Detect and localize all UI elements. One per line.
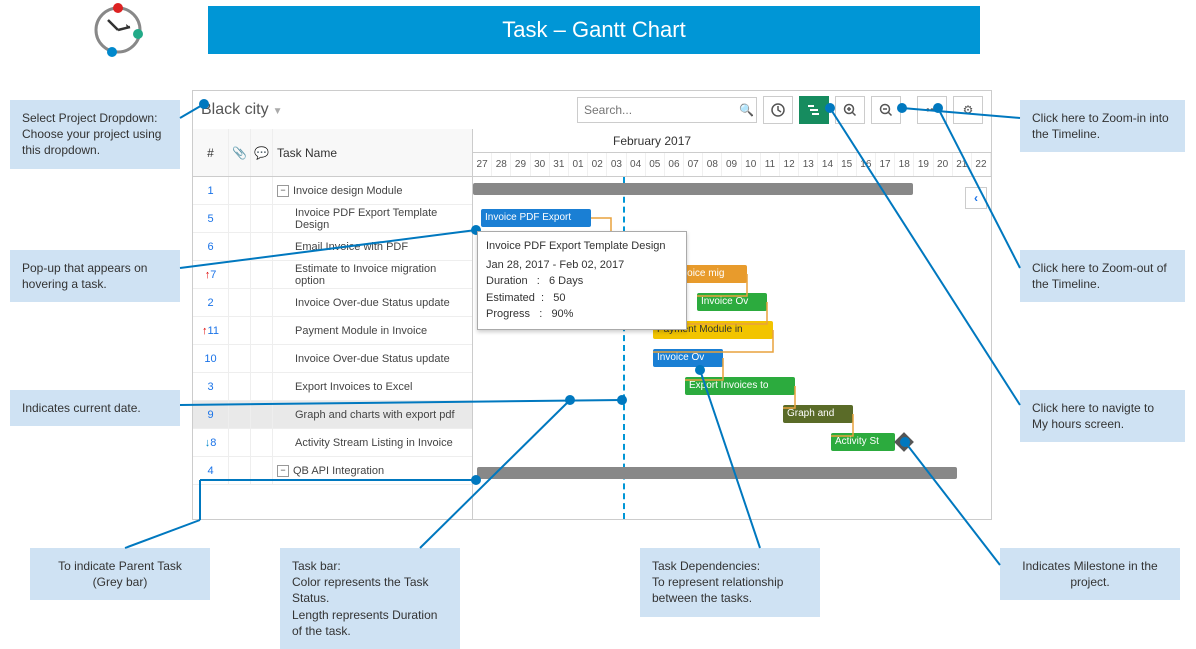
day-cell: 07 (684, 153, 703, 176)
callout: Task bar: Color represents the Task Stat… (280, 548, 460, 649)
day-cell: 11 (761, 153, 780, 176)
timeline-panel: February 2017 27282930310102030405060708… (473, 129, 991, 519)
callout: Click here to Zoom-out of the Timeline. (1020, 250, 1185, 302)
app-logo (90, 2, 146, 58)
milestone-marker[interactable] (894, 432, 914, 452)
settings-button[interactable]: ⚙ (953, 96, 983, 124)
comment-icon: 💬 (254, 146, 269, 160)
table-row[interactable]: 3Export Invoices to Excel (193, 373, 472, 401)
collapse-button[interactable]: ‹ (965, 187, 987, 209)
chevron-down-icon: ▼ (273, 106, 283, 117)
day-cell: 03 (607, 153, 626, 176)
day-cell: 02 (588, 153, 607, 176)
callout: Task Dependencies: To represent relation… (640, 548, 820, 617)
day-cell: 21 (953, 153, 972, 176)
day-cell: 27 (473, 153, 492, 176)
day-cell: 28 (492, 153, 511, 176)
day-cell: 17 (876, 153, 895, 176)
day-cell: 12 (780, 153, 799, 176)
day-cell: 08 (703, 153, 722, 176)
callout: Indicates Milestone in the project. (1000, 548, 1180, 600)
parent-task-bar[interactable] (477, 467, 957, 479)
search-input[interactable] (584, 103, 739, 117)
callout: To indicate Parent Task (Grey bar) (30, 548, 210, 600)
task-bar[interactable]: Activity St (831, 433, 895, 451)
day-cell: 14 (818, 153, 837, 176)
task-bar[interactable]: Invoice Ov (697, 293, 767, 311)
day-cell: 18 (895, 153, 914, 176)
task-bar[interactable]: Invoice Ov (653, 349, 723, 367)
page-title-banner: Task – Gantt Chart (208, 6, 980, 54)
col-header-num: # (193, 129, 229, 176)
day-cell: 13 (799, 153, 818, 176)
table-row[interactable]: 2Invoice Over-due Status update (193, 289, 472, 317)
day-cell: 01 (569, 153, 588, 176)
day-cell: 22 (972, 153, 991, 176)
callout: Pop-up that appears on hovering a task. (10, 250, 180, 302)
col-header-comment: 💬 (251, 129, 273, 176)
task-tooltip: Invoice PDF Export Template Design Jan 2… (477, 231, 687, 330)
task-bar[interactable]: Graph and (783, 405, 853, 423)
task-bar[interactable]: Invoice PDF Export (481, 209, 591, 227)
table-row[interactable]: 4−QB API Integration (193, 457, 472, 485)
zoom-out-button[interactable] (871, 96, 901, 124)
day-cell: 05 (646, 153, 665, 176)
col-header-attach: 📎 (229, 129, 251, 176)
callout: Indicates current date. (10, 390, 180, 426)
task-bar[interactable]: Export Invoices to (685, 377, 795, 395)
day-header: 2728293031010203040506070809101112131415… (473, 153, 991, 177)
gear-icon: ⚙ (963, 103, 974, 117)
day-cell: 30 (531, 153, 550, 176)
day-cell: 16 (857, 153, 876, 176)
parent-task-bar[interactable] (473, 183, 913, 195)
day-cell: 29 (511, 153, 530, 176)
callout: Click here to navigte to My hours screen… (1020, 390, 1185, 442)
day-cell: 09 (722, 153, 741, 176)
table-row[interactable]: 9Graph and charts with export pdf (193, 401, 472, 429)
col-header-name: Task Name (273, 129, 472, 176)
table-row[interactable]: ↑ 7Estimate to Invoice migration option (193, 261, 472, 289)
gantt-app: Black city▼ 🔍 ••• ⚙ # 📎 💬 Task Name 1−In… (192, 90, 992, 520)
attachment-icon: 📎 (232, 146, 247, 160)
day-cell: 19 (914, 153, 933, 176)
table-row[interactable]: 6Email Invoice with PDF (193, 233, 472, 261)
more-button[interactable]: ••• (917, 96, 947, 124)
task-grid-left: # 📎 💬 Task Name 1−Invoice design Module5… (193, 129, 473, 519)
search-box[interactable]: 🔍 (577, 97, 757, 123)
day-cell: 20 (934, 153, 953, 176)
my-hours-button[interactable] (763, 96, 793, 124)
callout: Select Project Dropdown: Choose your pro… (10, 100, 180, 169)
toolbar: Black city▼ 🔍 ••• ⚙ (193, 91, 991, 129)
gantt-view-button[interactable] (799, 96, 829, 124)
day-cell: 15 (838, 153, 857, 176)
day-cell: 04 (627, 153, 646, 176)
table-row[interactable]: 1−Invoice design Module (193, 177, 472, 205)
project-dropdown[interactable]: Black city▼ (201, 101, 282, 119)
table-row[interactable]: 10Invoice Over-due Status update (193, 345, 472, 373)
gantt-area: Invoice PDF Export Estimate to Invoice m… (473, 177, 991, 519)
month-header: February 2017 (473, 129, 991, 153)
zoom-in-button[interactable] (835, 96, 865, 124)
callout: Click here to Zoom-in into the Timeline. (1020, 100, 1185, 152)
table-row[interactable]: ↓ 8Activity Stream Listing in Invoice (193, 429, 472, 457)
day-cell: 10 (742, 153, 761, 176)
table-row[interactable]: ↑ 11Payment Module in Invoice (193, 317, 472, 345)
day-cell: 06 (665, 153, 684, 176)
table-row[interactable]: 5Invoice PDF Export Template Design (193, 205, 472, 233)
search-icon: 🔍 (739, 103, 754, 117)
day-cell: 31 (550, 153, 569, 176)
